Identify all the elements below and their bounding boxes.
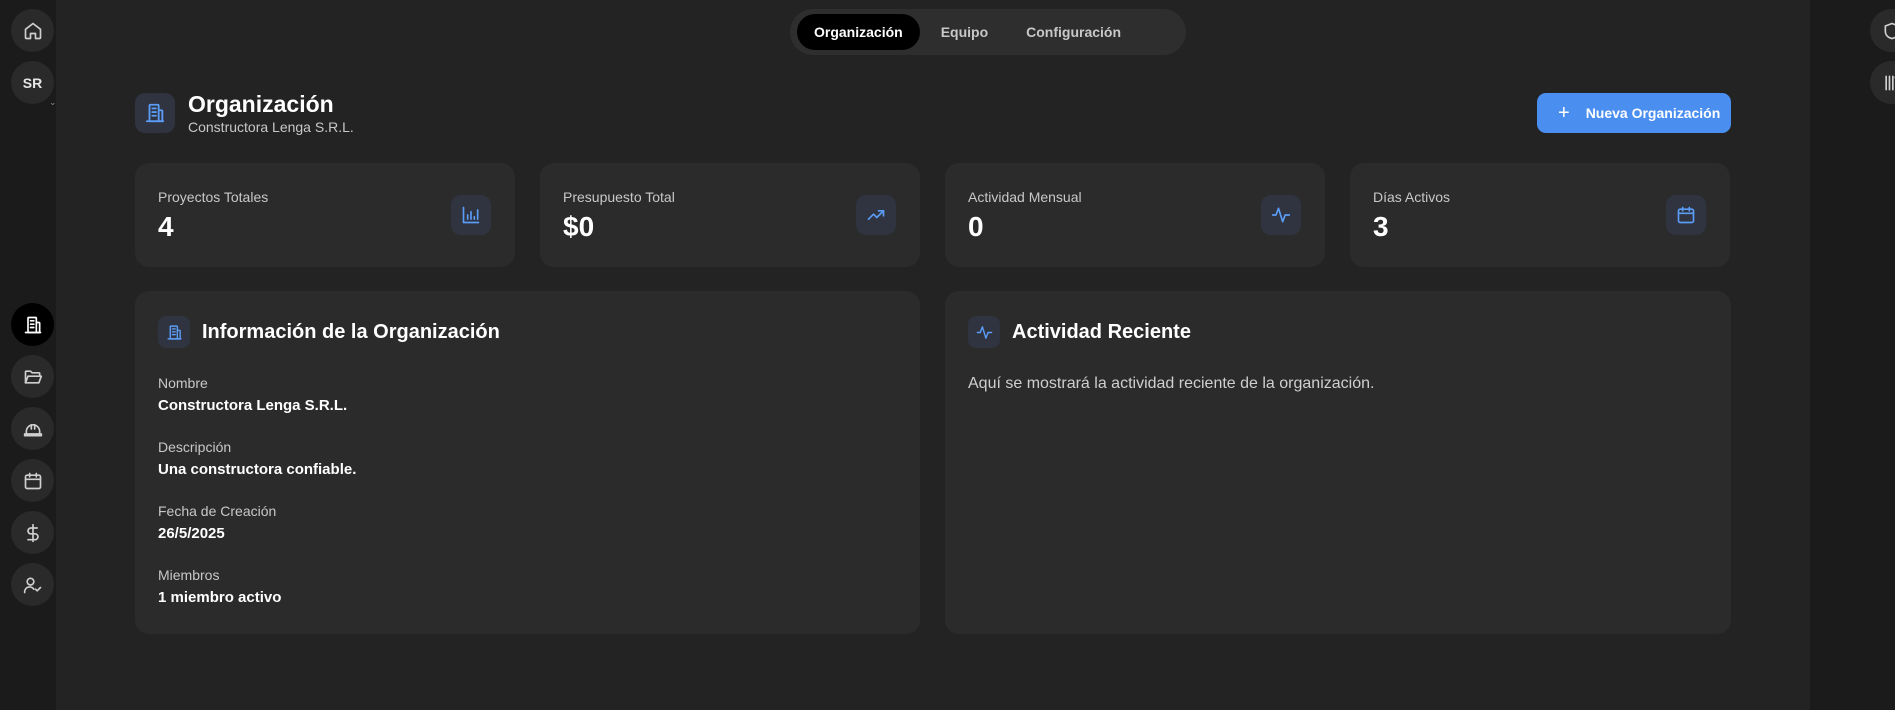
tab-configuracion[interactable]: Configuración bbox=[1009, 14, 1138, 50]
new-organization-button[interactable]: + Nueva Organización bbox=[1537, 93, 1731, 133]
info-item-created-date: Fecha de Creación 26/5/2025 bbox=[158, 503, 356, 567]
panel-title: Actividad Reciente bbox=[1012, 320, 1191, 343]
building-icon bbox=[135, 92, 175, 133]
activity-placeholder-text: Aquí se mostrará la actividad reciente d… bbox=[968, 375, 1375, 392]
activity-icon bbox=[968, 316, 1000, 348]
info-value: Una constructora confiable. bbox=[158, 461, 357, 478]
calendar-icon bbox=[1666, 195, 1706, 235]
page-title: Organización bbox=[188, 91, 334, 117]
building-icon bbox=[24, 316, 41, 333]
stat-label: Proyectos Totales bbox=[158, 189, 269, 205]
info-value: 26/5/2025 bbox=[158, 525, 225, 542]
sidebar-item-construction[interactable] bbox=[11, 407, 54, 450]
info-list: Nombre Constructora Lenga S.R.L. Descrip… bbox=[158, 375, 356, 631]
info-label: Miembros bbox=[158, 567, 220, 583]
right-sidebar bbox=[1810, 0, 1895, 710]
plus-icon: + bbox=[1558, 102, 1570, 124]
page-header: Organización Constructora Lenga S.R.L. bbox=[135, 90, 354, 135]
info-item-members: Miembros 1 miembro activo bbox=[158, 567, 356, 631]
bar-chart-icon bbox=[451, 195, 491, 235]
page-subtitle: Constructora Lenga S.R.L. bbox=[188, 119, 354, 135]
recent-activity-panel: Actividad Reciente Aquí se mostrará la a… bbox=[945, 291, 1731, 634]
info-label: Descripción bbox=[158, 439, 232, 455]
building-icon bbox=[158, 316, 190, 348]
stat-value: 3 bbox=[1373, 211, 1389, 242]
info-label: Nombre bbox=[158, 375, 208, 391]
home-button[interactable] bbox=[11, 9, 54, 52]
info-item-name: Nombre Constructora Lenga S.R.L. bbox=[158, 375, 356, 439]
calendar-icon bbox=[24, 472, 41, 489]
home-icon bbox=[24, 22, 41, 39]
main-content: Organización Equipo Configuración Organi… bbox=[56, 0, 1810, 710]
sidebar-item-organization[interactable] bbox=[11, 303, 54, 346]
avatar[interactable]: SR bbox=[11, 61, 54, 104]
avatar-initials: SR bbox=[22, 74, 43, 91]
sidebar-item-users[interactable] bbox=[11, 563, 54, 606]
stat-label: Actividad Mensual bbox=[968, 189, 1082, 205]
dollar-icon bbox=[26, 523, 39, 542]
sidebar-item-calendar[interactable] bbox=[11, 459, 54, 502]
stat-label: Presupuesto Total bbox=[563, 189, 675, 205]
stat-value: 0 bbox=[968, 211, 984, 242]
tab-equipo[interactable]: Equipo bbox=[924, 14, 1005, 50]
shield-button[interactable] bbox=[1870, 9, 1895, 52]
folder-open-icon bbox=[24, 369, 42, 384]
stat-value: 4 bbox=[158, 211, 174, 242]
info-value: 1 miembro activo bbox=[158, 589, 282, 606]
stat-card-active-days: Días Activos 3 bbox=[1350, 163, 1730, 267]
sidebar-item-projects[interactable] bbox=[11, 355, 54, 398]
new-organization-label: Nueva Organización bbox=[1585, 105, 1721, 121]
trending-up-icon bbox=[856, 195, 896, 235]
tab-bar: Organización Equipo Configuración bbox=[790, 9, 1186, 55]
stat-card-budget: Presupuesto Total $0 bbox=[540, 163, 920, 267]
organization-info-panel: Información de la Organización Nombre Co… bbox=[135, 291, 920, 634]
info-value: Constructora Lenga S.R.L. bbox=[158, 397, 348, 414]
activity-icon bbox=[1261, 195, 1301, 235]
info-item-description: Descripción Una constructora confiable. bbox=[158, 439, 356, 503]
library-icon bbox=[1884, 75, 1895, 90]
info-label: Fecha de Creación bbox=[158, 503, 277, 519]
sidebar-item-finances[interactable] bbox=[11, 511, 54, 554]
left-sidebar: SR ⌄ bbox=[0, 0, 57, 710]
stat-label: Días Activos bbox=[1373, 189, 1451, 205]
stat-value: $0 bbox=[563, 211, 595, 242]
user-check-icon bbox=[23, 577, 41, 593]
stat-card-projects: Proyectos Totales 4 bbox=[135, 163, 515, 267]
shield-icon bbox=[1884, 22, 1895, 39]
tab-organizacion[interactable]: Organización bbox=[797, 14, 920, 50]
panel-title: Información de la Organización bbox=[202, 320, 500, 343]
library-button[interactable] bbox=[1870, 61, 1895, 104]
stat-card-monthly-activity: Actividad Mensual 0 bbox=[945, 163, 1325, 267]
hard-hat-icon bbox=[23, 423, 42, 436]
